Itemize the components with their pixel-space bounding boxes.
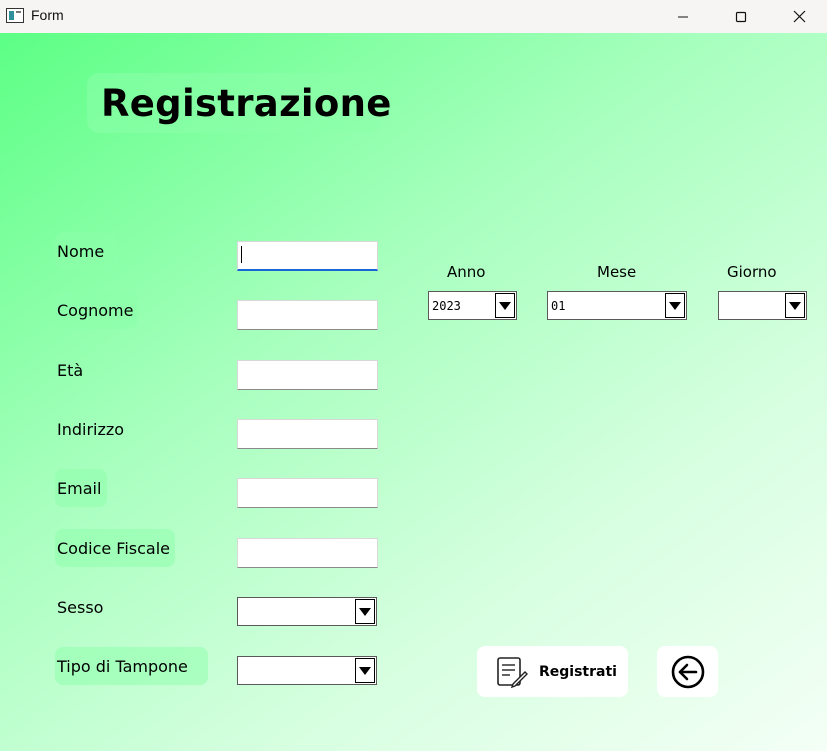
giorno-dropdown-button[interactable] [785,293,805,318]
mese-dropdown-button[interactable] [665,293,685,318]
label-anno: Anno [447,263,486,281]
anno-dropdown-button[interactable] [495,293,515,318]
triangle-down-icon [789,301,801,310]
mese-select-value: 01 [551,298,566,313]
label-indirizzo-panel: Indirizzo [55,410,129,448]
eta-input[interactable] [237,360,378,390]
nome-input[interactable] [237,241,378,271]
text-caret [241,246,242,263]
label-tipo-tampone: Tipo di Tampone [57,656,188,676]
window-title: Form [31,7,64,23]
label-codice-fiscale-panel: Codice Fiscale [55,529,175,567]
sesso-select[interactable] [237,597,377,626]
label-eta-panel: Età [55,351,95,389]
label-codice-fiscale: Codice Fiscale [57,538,170,558]
app-icon [6,8,24,23]
label-eta: Età [57,360,84,380]
label-nome: Nome [57,241,105,261]
label-email-panel: Email [55,469,107,507]
page-title: Registrazione [101,81,392,125]
label-sesso: Sesso [57,597,104,617]
triangle-down-icon [499,301,511,310]
back-button[interactable] [657,646,718,697]
email-input[interactable] [237,478,378,508]
minimize-icon [678,16,688,17]
label-mese: Mese [597,263,637,281]
label-giorno: Giorno [727,263,777,281]
anno-select[interactable]: 2023 [428,291,517,320]
maximize-button[interactable] [712,0,770,33]
indirizzo-input[interactable] [237,419,378,449]
codice-fiscale-input[interactable] [237,538,378,568]
document-edit-icon [497,656,528,688]
page-title-panel: Registrazione [87,73,391,133]
cognome-input[interactable] [237,300,378,330]
title-bar: Form [0,0,827,33]
label-email: Email [57,478,102,498]
register-button-label: Registrati [539,663,617,680]
triangle-down-icon [359,666,371,675]
anno-select-value: 2023 [432,298,461,313]
mese-select[interactable]: 01 [547,291,687,320]
label-nome-panel: Nome [55,232,118,270]
form-client-area: Registrazione Nome Cognome Età Indirizzo… [0,33,827,751]
triangle-down-icon [359,607,371,616]
label-sesso-panel: Sesso [55,588,105,626]
label-tipo-tampone-panel: Tipo di Tampone [55,647,208,685]
minimize-button[interactable] [654,0,712,33]
label-cognome-panel: Cognome [55,291,138,329]
sesso-dropdown-button[interactable] [355,599,375,624]
arrow-left-circle-icon [671,655,704,688]
tampone-select[interactable] [237,656,377,685]
giorno-select[interactable] [718,291,807,320]
label-indirizzo: Indirizzo [57,419,125,439]
close-icon [793,10,805,23]
register-button[interactable]: Registrati [477,646,628,697]
label-cognome: Cognome [57,300,134,320]
close-button[interactable] [770,0,827,33]
tampone-dropdown-button[interactable] [355,658,375,683]
maximize-icon [735,11,747,22]
triangle-down-icon [669,301,681,310]
